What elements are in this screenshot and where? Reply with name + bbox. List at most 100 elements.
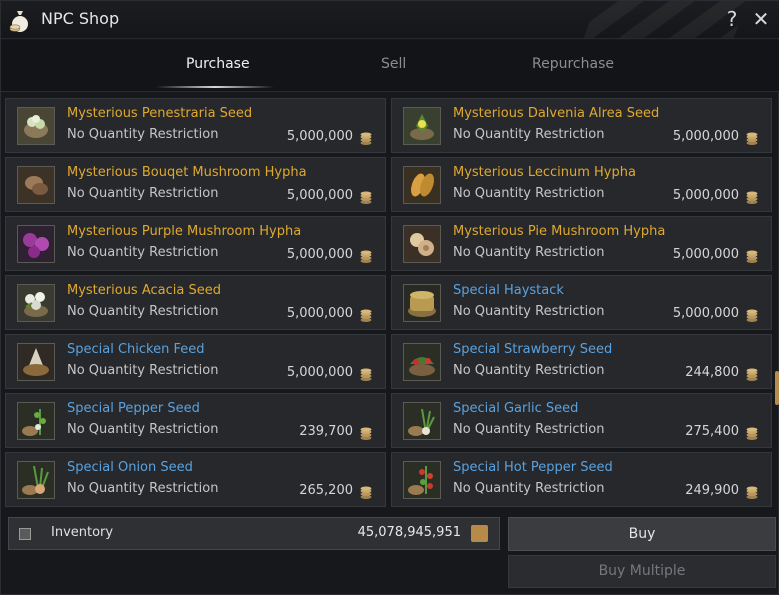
item-price: 249,900 (685, 483, 739, 498)
shop-item[interactable]: Special Garlic Seed No Quantity Restrict… (391, 393, 772, 448)
shop-item[interactable]: Mysterious Pie Mushroom Hypha No Quantit… (391, 216, 772, 271)
item-restriction: No Quantity Restriction (453, 363, 605, 378)
tab-sell[interactable]: Sell (381, 56, 406, 72)
item-restriction: No Quantity Restriction (67, 422, 219, 437)
item-name: Mysterious Dalvenia Alrea Seed (453, 106, 660, 121)
item-name: Special Garlic Seed (453, 401, 579, 416)
item-restriction: No Quantity Restriction (453, 186, 605, 201)
inventory-checkbox-icon[interactable] (19, 528, 31, 540)
shop-item[interactable]: Mysterious Leccinum Hypha No Quantity Re… (391, 157, 772, 212)
pie-mushroom-icon (403, 225, 441, 263)
buy-multiple-button[interactable]: Buy Multiple (508, 555, 776, 588)
silver-coin-icon (746, 367, 758, 381)
leccinum-icon (403, 166, 441, 204)
silver-coin-icon (360, 131, 372, 145)
npc-shop-window: NPC Shop ? ✕ Purchase Sell Repurchase My… (0, 0, 779, 595)
item-name: Special Strawberry Seed (453, 342, 613, 357)
window-title: NPC Shop (41, 9, 120, 28)
active-tab-indicator (156, 86, 274, 88)
shop-item[interactable]: Special Onion Seed No Quantity Restricti… (5, 452, 386, 507)
item-price: 244,800 (685, 365, 739, 380)
strawberry-seed-icon (403, 343, 441, 381)
silver-coin-icon (360, 249, 372, 263)
onion-seed-icon (17, 461, 55, 499)
item-price: 5,000,000 (286, 129, 353, 144)
item-restriction: No Quantity Restriction (67, 245, 219, 260)
item-price: 5,000,000 (672, 129, 739, 144)
item-restriction: No Quantity Restriction (453, 481, 605, 496)
item-price: 5,000,000 (672, 188, 739, 203)
item-restriction: No Quantity Restriction (453, 304, 605, 319)
shop-item[interactable]: Special Strawberry Seed No Quantity Rest… (391, 334, 772, 389)
shop-item[interactable]: Mysterious Purple Mushroom Hypha No Quan… (5, 216, 386, 271)
item-name: Special Haystack (453, 283, 564, 298)
inventory-label: Inventory (51, 525, 114, 540)
item-restriction: No Quantity Restriction (67, 363, 219, 378)
buy-button[interactable]: Buy (508, 517, 776, 551)
silver-coin-icon (746, 190, 758, 204)
item-name: Special Pepper Seed (67, 401, 200, 416)
item-price: 239,700 (299, 424, 353, 439)
pepper-seed-icon (17, 402, 55, 440)
help-button[interactable]: ? (720, 7, 744, 31)
bouqet-mushroom-icon (17, 166, 55, 204)
item-name: Mysterious Leccinum Hypha (453, 165, 636, 180)
shop-item[interactable]: Mysterious Bouqet Mushroom Hypha No Quan… (5, 157, 386, 212)
item-name: Special Onion Seed (67, 460, 193, 475)
item-list-scrollbar[interactable] (775, 371, 779, 405)
item-name: Mysterious Purple Mushroom Hypha (67, 224, 302, 239)
hot-pepper-seed-icon (403, 461, 441, 499)
tab-repurchase[interactable]: Repurchase (532, 56, 614, 72)
item-restriction: No Quantity Restriction (67, 127, 219, 142)
inventory-box-icon (471, 525, 488, 542)
title-bar[interactable]: NPC Shop ? ✕ (1, 1, 779, 39)
silver-coin-icon (360, 426, 372, 440)
acacia-seed-icon (17, 284, 55, 322)
item-price: 5,000,000 (286, 306, 353, 321)
silver-coin-icon (746, 131, 758, 145)
garlic-seed-icon (403, 402, 441, 440)
shop-item[interactable]: Mysterious Penestraria Seed No Quantity … (5, 98, 386, 153)
shop-item[interactable]: Special Hot Pepper Seed No Quantity Rest… (391, 452, 772, 507)
item-price: 265,200 (299, 483, 353, 498)
close-button[interactable]: ✕ (749, 7, 773, 31)
item-restriction: No Quantity Restriction (453, 127, 605, 142)
item-restriction: No Quantity Restriction (453, 422, 605, 437)
shop-item[interactable]: Special Haystack No Quantity Restriction… (391, 275, 772, 330)
item-name: Mysterious Acacia Seed (67, 283, 221, 298)
item-price: 5,000,000 (672, 306, 739, 321)
silver-coin-icon (360, 308, 372, 322)
tab-purchase[interactable]: Purchase (186, 56, 250, 72)
item-restriction: No Quantity Restriction (67, 186, 219, 201)
item-price: 5,000,000 (286, 188, 353, 203)
shop-tabs: Purchase Sell Repurchase (1, 40, 779, 92)
haystack-icon (403, 284, 441, 322)
item-name: Mysterious Bouqet Mushroom Hypha (67, 165, 307, 180)
item-restriction: No Quantity Restriction (67, 304, 219, 319)
purple-mushroom-icon (17, 225, 55, 263)
item-price: 5,000,000 (286, 247, 353, 262)
shop-item[interactable]: Special Chicken Feed No Quantity Restric… (5, 334, 386, 389)
item-name: Mysterious Pie Mushroom Hypha (453, 224, 666, 239)
silver-coin-icon (746, 485, 758, 499)
silver-coin-icon (746, 308, 758, 322)
silver-coin-icon (360, 485, 372, 499)
item-price: 5,000,000 (286, 365, 353, 380)
chicken-feed-icon (17, 343, 55, 381)
item-price: 5,000,000 (672, 247, 739, 262)
item-restriction: No Quantity Restriction (453, 245, 605, 260)
inventory-silver: 45,078,945,951 (357, 525, 461, 540)
silver-coin-icon (360, 190, 372, 204)
shop-item[interactable]: Mysterious Dalvenia Alrea Seed No Quanti… (391, 98, 772, 153)
shop-item[interactable]: Special Pepper Seed No Quantity Restrict… (5, 393, 386, 448)
item-name: Mysterious Penestraria Seed (67, 106, 253, 121)
silver-coin-icon (746, 249, 758, 263)
inventory-bar: Inventory 45,078,945,951 (8, 517, 500, 550)
item-name: Special Hot Pepper Seed (453, 460, 613, 475)
penestraria-seed-icon (17, 107, 55, 145)
shop-item[interactable]: Mysterious Acacia Seed No Quantity Restr… (5, 275, 386, 330)
money-bag-icon (9, 9, 31, 33)
item-price: 275,400 (685, 424, 739, 439)
silver-coin-icon (746, 426, 758, 440)
item-name: Special Chicken Feed (67, 342, 205, 357)
